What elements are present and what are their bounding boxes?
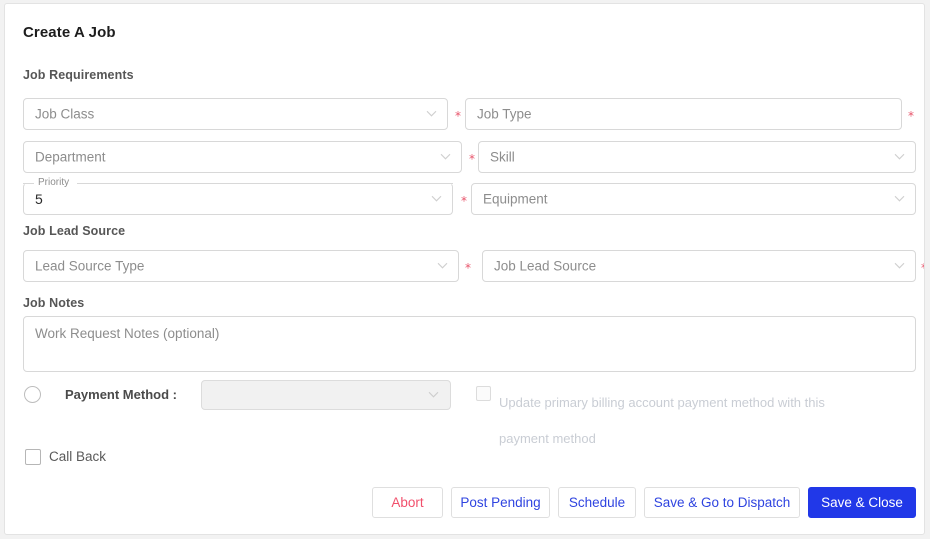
equipment-placeholder: Equipment: [483, 191, 548, 207]
chevron-down-icon: [894, 151, 905, 162]
section-header-job-notes: Job Notes: [23, 296, 85, 310]
required-indicator-job-type: *: [908, 109, 914, 123]
required-indicator-job-lead-source: *: [921, 262, 924, 274]
lead-source-type-select[interactable]: Lead Source Type: [23, 250, 459, 282]
required-indicator-priority: *: [461, 194, 467, 208]
skill-placeholder: Skill: [490, 149, 515, 165]
department-select[interactable]: Department: [23, 141, 462, 173]
job-lead-source-placeholder: Job Lead Source: [494, 258, 597, 274]
save-and-close-button[interactable]: Save & Close: [808, 487, 916, 518]
job-class-placeholder: Job Class: [35, 106, 95, 122]
chevron-down-icon: [440, 151, 451, 162]
priority-value: 5: [35, 191, 43, 207]
department-placeholder: Department: [35, 149, 106, 165]
priority-select[interactable]: Priority 5: [23, 177, 453, 215]
schedule-button[interactable]: Schedule: [558, 487, 636, 518]
update-billing-label: Update primary billing account payment m…: [499, 395, 825, 446]
update-billing-checkbox[interactable]: [476, 386, 491, 401]
payment-method-label: Payment Method :: [65, 387, 177, 402]
skill-select[interactable]: Skill: [478, 141, 916, 173]
chevron-down-icon: [431, 193, 442, 204]
notch-line-right: [77, 183, 453, 184]
chevron-down-icon: [894, 193, 905, 204]
lead-source-type-placeholder: Lead Source Type: [35, 258, 145, 274]
section-header-job-requirements: Job Requirements: [23, 68, 134, 82]
equipment-select[interactable]: Equipment: [471, 183, 916, 215]
page-title: Create A Job: [23, 24, 116, 41]
call-back-checkbox[interactable]: [25, 449, 41, 465]
required-indicator-job-class: *: [455, 109, 461, 123]
abort-button[interactable]: Abort: [372, 487, 443, 518]
job-notes-placeholder: Work Request Notes (optional): [35, 326, 220, 341]
create-job-card: Create A Job Job Requirements Job Lead S…: [4, 3, 925, 535]
notch-line-left: [23, 183, 34, 184]
required-indicator-department: *: [469, 152, 475, 166]
payment-method-radio[interactable]: [24, 386, 41, 403]
chevron-down-icon: [894, 260, 905, 271]
chevron-down-icon: [437, 260, 448, 271]
required-indicator-lead-source-type: *: [465, 261, 471, 275]
job-notes-textarea[interactable]: Work Request Notes (optional): [23, 316, 916, 372]
job-class-select[interactable]: Job Class: [23, 98, 448, 130]
job-type-input[interactable]: Job Type: [465, 98, 902, 130]
section-header-job-lead-source: Job Lead Source: [23, 224, 126, 238]
job-lead-source-select[interactable]: Job Lead Source: [482, 250, 916, 282]
call-back-label: Call Back: [49, 449, 107, 464]
post-pending-button[interactable]: Post Pending: [451, 487, 550, 518]
chevron-down-icon: [426, 108, 437, 119]
save-go-to-dispatch-button[interactable]: Save & Go to Dispatch: [644, 487, 800, 518]
payment-method-select[interactable]: [201, 380, 451, 410]
priority-label: Priority: [36, 177, 72, 189]
chevron-down-icon: [428, 389, 439, 400]
job-type-placeholder: Job Type: [477, 106, 532, 122]
